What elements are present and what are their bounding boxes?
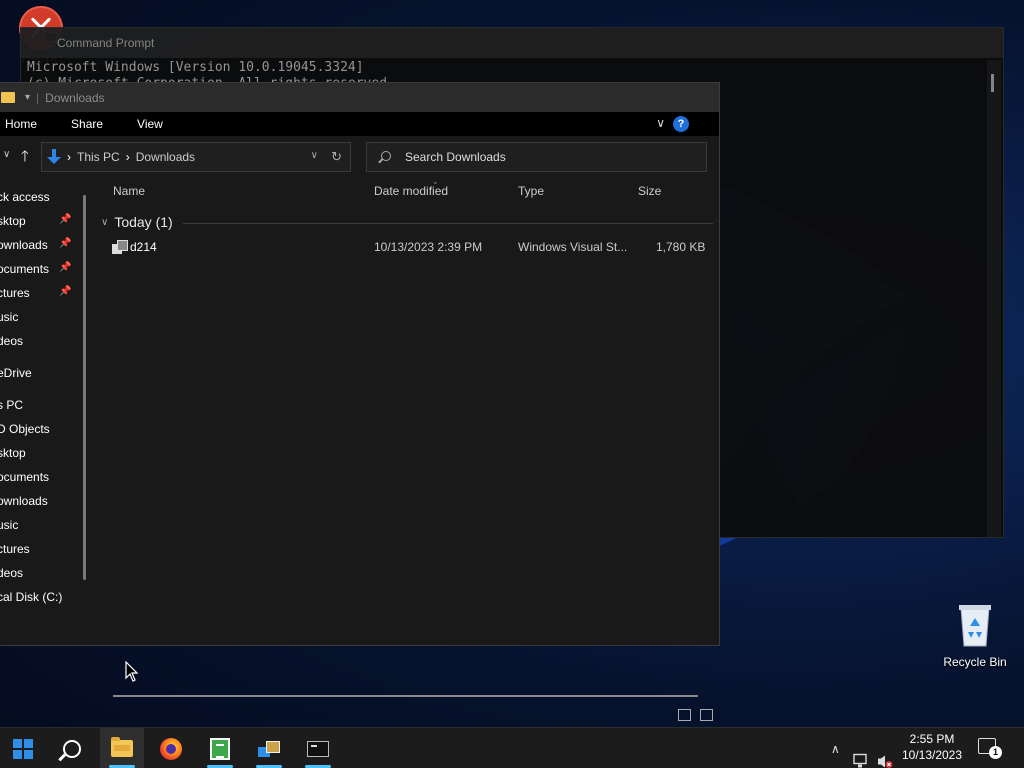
large-icons-view-icon[interactable] (700, 709, 713, 721)
sidebar-item[interactable]: ck access (0, 190, 50, 204)
breadcrumb-separator-icon[interactable]: › (67, 150, 71, 164)
address-bar[interactable]: › This PC › Downloads ∨ ↻ (41, 142, 351, 172)
sidebar-item[interactable]: s PC (0, 398, 23, 412)
quick-access-toolbar-dropdown[interactable]: ▾ (25, 92, 30, 103)
solution-file-icon (112, 240, 128, 254)
windows-logo-icon (13, 738, 33, 759)
column-header-type[interactable]: Type (518, 184, 544, 198)
taskbar-notepad-plus[interactable] (198, 728, 242, 768)
sidebar-item[interactable]: ctures (0, 286, 30, 300)
sidebar-item[interactable]: ctures (0, 542, 30, 556)
pin-icon[interactable]: 📌 (59, 238, 71, 249)
details-view-icon[interactable] (677, 709, 691, 721)
desktop-icon-recycle-bin[interactable]: Recycle Bin (938, 602, 1012, 669)
sidebar-item[interactable]: ocuments (0, 470, 49, 484)
group-header-today[interactable]: ∨ Today (1) (101, 214, 713, 230)
file-name[interactable]: d214 (130, 240, 157, 254)
app-manager-icon (258, 739, 280, 759)
taskbar-file-explorer[interactable] (100, 728, 144, 768)
cmd-scrollbar[interactable] (987, 60, 1001, 537)
refresh-icon[interactable]: ↻ (331, 149, 342, 165)
help-icon[interactable]: ? (673, 116, 689, 132)
sidebar-item[interactable]: ownloads (0, 238, 48, 252)
file-type: Windows Visual St... (518, 240, 628, 254)
folder-icon (1, 92, 15, 103)
sidebar-item[interactable]: usic (0, 518, 18, 532)
ribbon: Home Share View ∨ ? (0, 112, 719, 136)
recent-locations-chevron-icon[interactable]: ∨ (3, 149, 10, 160)
pin-icon[interactable]: 📌 (59, 262, 71, 273)
folder-icon (111, 737, 133, 757)
start-button[interactable] (1, 728, 45, 768)
search-input[interactable]: Search Downloads (366, 142, 707, 172)
pin-icon[interactable]: 📌 (59, 286, 71, 297)
notepad-icon (210, 737, 230, 760)
sidebar-item[interactable]: sktop (0, 446, 26, 460)
sidebar-item[interactable]: sktop (0, 214, 26, 228)
firefox-icon (160, 737, 182, 760)
navigation-pane-scrollbar[interactable] (83, 195, 86, 580)
ribbon-tab-home[interactable]: Home (5, 117, 37, 131)
group-label: Today (1) (114, 214, 173, 230)
address-dropdown-chevron-icon[interactable]: ∨ (311, 150, 318, 161)
sidebar-item[interactable]: D Objects (0, 422, 50, 436)
pin-icon[interactable]: 📌 (59, 214, 71, 225)
file-list-horizontal-scrollbar[interactable] (113, 695, 698, 697)
network-icon[interactable] (853, 741, 871, 768)
show-hidden-icons-chevron-icon[interactable]: ∧ (831, 728, 840, 768)
clock-date: 10/13/2023 (901, 748, 963, 762)
group-collapse-chevron-icon[interactable]: ∨ (101, 217, 108, 228)
recycle-bin-icon (959, 605, 991, 647)
desktop-icon-label: Recycle Bin (943, 655, 1007, 669)
view-switcher (672, 709, 713, 724)
file-list: Name ⌄ Date modified Type Size ∨ Today (… (95, 177, 717, 618)
file-explorer-window[interactable]: ▾ | Downloads Home Share View ∨ ? ∨ 🡑 › … (0, 82, 720, 721)
notification-center-icon[interactable]: 1 (978, 738, 1002, 759)
volume-muted-icon[interactable] (876, 741, 894, 768)
taskbar-command-prompt[interactable] (296, 728, 340, 768)
system-clock[interactable]: 2:55 PM 10/13/2023 (896, 731, 968, 763)
window-title: Downloads (45, 90, 105, 105)
expand-ribbon-chevron-icon[interactable]: ∨ (656, 116, 665, 130)
taskbar-firefox[interactable] (149, 728, 193, 768)
title-separator: | (36, 90, 40, 105)
cmd-title: Command Prompt (21, 28, 1003, 58)
sidebar-item[interactable]: cal Disk (C:) (0, 590, 62, 604)
clock-time: 2:55 PM (909, 732, 955, 746)
sidebar-item[interactable]: usic (0, 310, 18, 324)
search-icon (381, 151, 391, 161)
navigation-bar: ∨ 🡑 › This PC › Downloads ∨ ↻ Search Dow… (0, 136, 719, 178)
breadcrumb-downloads[interactable]: Downloads (136, 150, 195, 164)
downloads-icon (47, 149, 61, 165)
sidebar-item[interactable]: eDrive (0, 366, 32, 380)
sidebar-item[interactable]: deos (0, 566, 23, 580)
search-icon (63, 739, 81, 758)
sidebar-item[interactable]: deos (0, 334, 23, 348)
up-arrow-icon[interactable]: 🡑 (21, 146, 29, 171)
cmd-line-1: Microsoft Windows [Version 10.0.19045.33… (27, 60, 364, 75)
column-header-name[interactable]: Name (113, 184, 145, 198)
file-date-modified: 10/13/2023 2:39 PM (374, 240, 483, 254)
column-header-date-modified[interactable]: Date modified (374, 184, 448, 198)
taskbar-app-manager[interactable] (247, 728, 291, 768)
search-placeholder: Search Downloads (405, 150, 506, 164)
column-header-size[interactable]: Size (638, 184, 661, 198)
ribbon-tab-share[interactable]: Share (71, 117, 103, 131)
terminal-icon (307, 740, 329, 757)
file-size: 1,780 KB (656, 240, 706, 254)
sidebar-item[interactable]: ownloads (0, 494, 48, 508)
sidebar-item[interactable]: ocuments (0, 262, 49, 276)
breadcrumb-this-pc[interactable]: This PC (77, 150, 120, 164)
breadcrumb-separator-icon[interactable]: › (126, 150, 130, 164)
group-divider (183, 223, 713, 224)
explorer-title-bar[interactable]: ▾ | Downloads (0, 83, 719, 112)
mouse-pointer-icon (125, 661, 139, 682)
notification-count-badge: 1 (989, 746, 1002, 759)
taskbar: ∧ 2:55 PM 10/13/2023 1 (0, 727, 1024, 768)
taskbar-search-button[interactable] (50, 728, 94, 768)
ribbon-tab-view[interactable]: View (137, 117, 163, 131)
navigation-pane: ck access sktop 📌 ownloads 📌 ocuments 📌 ctures 📌… (0, 178, 87, 628)
